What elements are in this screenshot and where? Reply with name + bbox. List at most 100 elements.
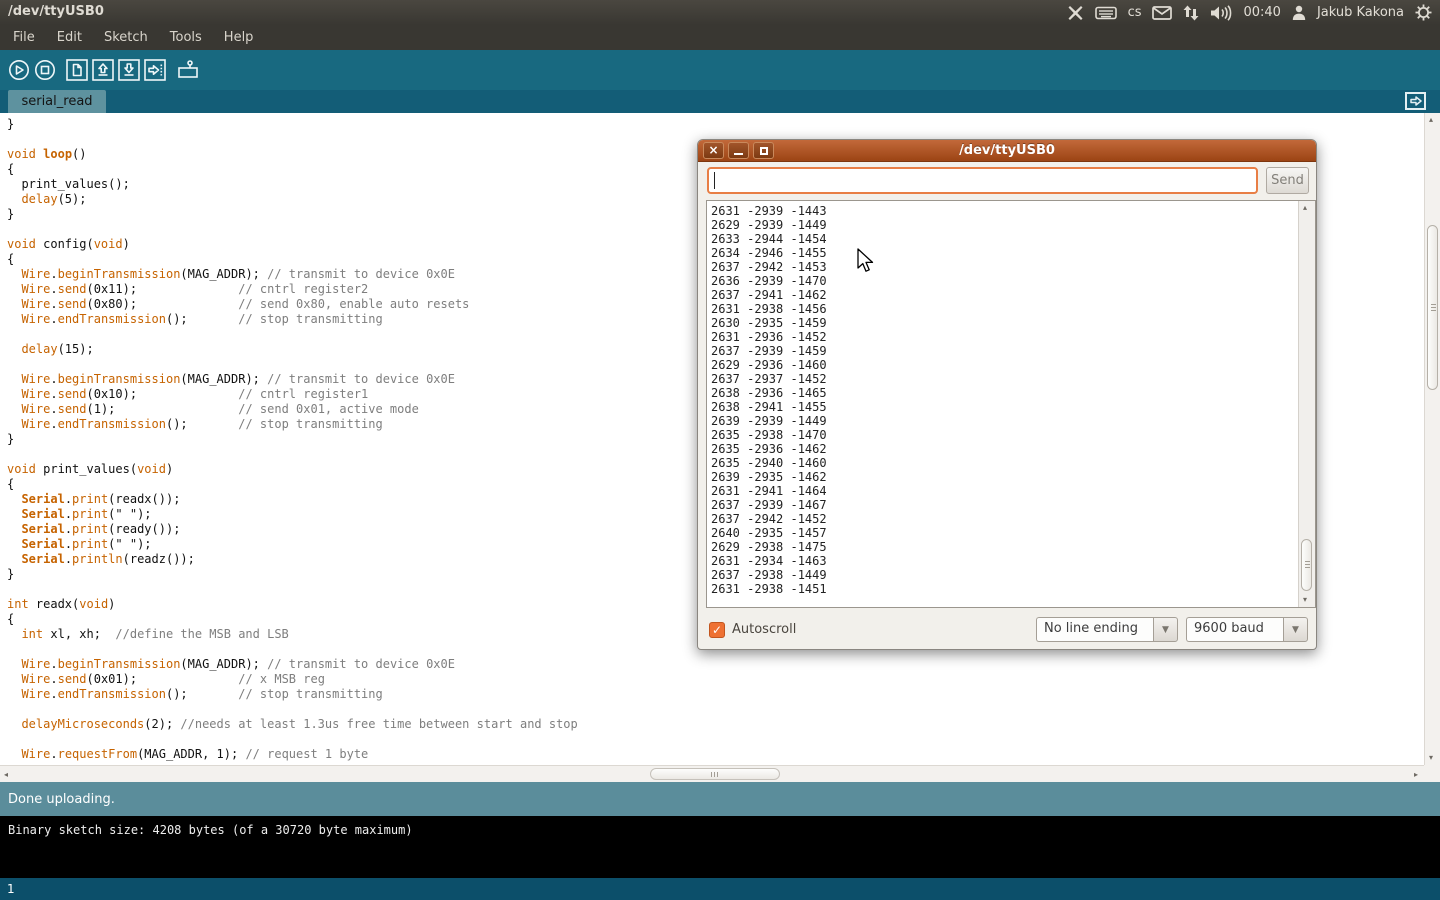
code-line bbox=[7, 702, 1424, 717]
upload-button[interactable] bbox=[144, 59, 166, 81]
serial-data-line: 2638 -2936 -1465 bbox=[711, 386, 1298, 400]
menu-edit[interactable]: Edit bbox=[46, 25, 93, 50]
mouse-cursor bbox=[857, 248, 875, 278]
send-button[interactable]: Send bbox=[1266, 167, 1309, 194]
editor-scrollbar-thumb[interactable] bbox=[1427, 225, 1438, 390]
serial-data-line: 2637 -2942 -1453 bbox=[711, 260, 1298, 274]
scroll-left-icon[interactable]: ◂ bbox=[4, 771, 8, 779]
serial-data-line: 2630 -2935 -1459 bbox=[711, 316, 1298, 330]
line-ending-value: No line ending bbox=[1036, 617, 1153, 642]
serial-data-line: 2635 -2940 -1460 bbox=[711, 456, 1298, 470]
system-panel: /dev/ttyUSB0 cs 00:40 Jakub Kakona bbox=[0, 0, 1440, 25]
scroll-down-icon[interactable]: ▾ bbox=[1429, 754, 1433, 762]
code-line bbox=[7, 732, 1424, 747]
serial-data-line: 2637 -2941 -1462 bbox=[711, 288, 1298, 302]
serial-data-line: 2636 -2939 -1470 bbox=[711, 274, 1298, 288]
mail-icon[interactable] bbox=[1152, 6, 1172, 20]
status-text: Done uploading. bbox=[8, 792, 115, 807]
serial-monitor-title: /dev/ttyUSB0 bbox=[698, 140, 1316, 161]
open-button[interactable] bbox=[92, 59, 114, 81]
minimize-icon bbox=[734, 153, 743, 155]
power-gear-icon[interactable] bbox=[1415, 4, 1432, 21]
code-line: Wire.endTransmission(); // stop transmit… bbox=[7, 687, 1424, 702]
user-icon[interactable] bbox=[1292, 5, 1306, 20]
editor-horizontal-scrollbar[interactable]: ◂ ▸ bbox=[0, 765, 1424, 782]
volume-icon[interactable] bbox=[1210, 5, 1232, 21]
text-caret bbox=[714, 172, 715, 189]
code-line: delayMicroseconds(2); //needs at least 1… bbox=[7, 717, 1424, 732]
serial-output-text: 2631 -2939 -14432629 -2939 -14492633 -29… bbox=[707, 201, 1298, 607]
editor-vertical-scrollbar[interactable]: ▴ ▾ bbox=[1424, 113, 1440, 765]
save-button[interactable] bbox=[118, 59, 140, 81]
code-line: Wire.send(0x01); // x MSB reg bbox=[7, 672, 1424, 687]
code-line: Wire.requestFrom(MAG_ADDR, 1); // reques… bbox=[7, 747, 1424, 762]
serial-monitor-button[interactable] bbox=[176, 59, 198, 81]
chevron-down-icon[interactable]: ▼ bbox=[1153, 617, 1178, 642]
serial-data-line: 2637 -2937 -1452 bbox=[711, 372, 1298, 386]
scrollbar-grip-icon bbox=[1305, 561, 1310, 570]
menu-file[interactable]: File bbox=[2, 25, 46, 50]
tab-serial-read[interactable]: serial_read bbox=[8, 90, 106, 113]
serial-send-input[interactable] bbox=[707, 167, 1258, 194]
menu-items: FileEditSketchToolsHelp bbox=[2, 25, 264, 50]
close-button[interactable]: × bbox=[703, 142, 724, 159]
editor-hscrollbar-thumb[interactable] bbox=[650, 768, 780, 780]
verify-button[interactable] bbox=[8, 59, 30, 81]
keyboard-layout-indicator[interactable]: cs bbox=[1128, 5, 1142, 20]
serial-data-line: 2633 -2944 -1454 bbox=[711, 232, 1298, 246]
code-line: Wire.beginTransmission(MAG_ADDR); // tra… bbox=[7, 657, 1424, 672]
user-menu[interactable]: Jakub Kakona bbox=[1317, 5, 1404, 20]
scroll-right-icon[interactable]: ▸ bbox=[1414, 771, 1418, 779]
serial-data-line: 2629 -2938 -1475 bbox=[711, 540, 1298, 554]
maximize-icon bbox=[760, 147, 768, 155]
stop-button[interactable] bbox=[34, 59, 56, 81]
close-icon: × bbox=[704, 143, 723, 157]
minimize-button[interactable] bbox=[728, 142, 749, 159]
scroll-up-icon[interactable]: ▴ bbox=[1303, 204, 1307, 212]
serial-data-line: 2640 -2935 -1457 bbox=[711, 526, 1298, 540]
maximize-button[interactable] bbox=[753, 142, 774, 159]
serial-data-line: 2629 -2936 -1460 bbox=[711, 358, 1298, 372]
clock[interactable]: 00:40 bbox=[1243, 5, 1280, 20]
toolbar bbox=[0, 50, 1440, 90]
serial-output-area: 2631 -2939 -14432629 -2939 -14492633 -29… bbox=[706, 200, 1316, 608]
serial-monitor-window: × /dev/ttyUSB0 Send 2631 -2939 -14432629… bbox=[697, 139, 1317, 650]
menu-tools[interactable]: Tools bbox=[159, 25, 213, 50]
menu-help[interactable]: Help bbox=[213, 25, 265, 50]
autoscroll-checkbox[interactable]: ✓ bbox=[709, 622, 725, 638]
serial-monitor-titlebar[interactable]: × /dev/ttyUSB0 bbox=[698, 140, 1316, 162]
new-tab-button[interactable] bbox=[1405, 92, 1426, 110]
serial-data-line: 2631 -2941 -1464 bbox=[711, 484, 1298, 498]
menubar: FileEditSketchToolsHelp bbox=[0, 25, 1440, 50]
serial-data-line: 2639 -2935 -1462 bbox=[711, 470, 1298, 484]
window-controls: × bbox=[703, 142, 774, 159]
updown-arrows-icon[interactable] bbox=[1183, 5, 1199, 21]
serial-data-line: 2634 -2946 -1455 bbox=[711, 246, 1298, 260]
serial-data-line: 2631 -2936 -1452 bbox=[711, 330, 1298, 344]
checkmark-icon: ✓ bbox=[712, 623, 722, 637]
serial-data-line: 2629 -2939 -1449 bbox=[711, 218, 1298, 232]
scroll-down-icon[interactable]: ▾ bbox=[1303, 596, 1307, 604]
menu-sketch[interactable]: Sketch bbox=[93, 25, 159, 50]
scroll-up-icon[interactable]: ▴ bbox=[1429, 116, 1433, 124]
keyboard-icon[interactable] bbox=[1095, 6, 1117, 20]
scrollbar-grip-icon bbox=[711, 772, 718, 777]
system-tray: cs 00:40 Jakub Kakona bbox=[1067, 0, 1432, 25]
scrollbar-corner bbox=[1424, 765, 1440, 782]
serial-data-line: 2631 -2938 -1456 bbox=[711, 302, 1298, 316]
serial-scrollbar[interactable]: ▴ ▾ bbox=[1298, 201, 1315, 607]
baud-rate-value: 9600 baud bbox=[1186, 617, 1283, 642]
pinwheel-icon[interactable] bbox=[1067, 5, 1084, 21]
autoscroll-label: Autoscroll bbox=[732, 622, 796, 637]
serial-data-line: 2635 -2936 -1462 bbox=[711, 442, 1298, 456]
code-line: } bbox=[7, 117, 1424, 132]
baud-rate-dropdown[interactable]: 9600 baud ▼ bbox=[1186, 617, 1308, 642]
serial-scrollbar-thumb[interactable] bbox=[1301, 539, 1312, 591]
chevron-down-icon[interactable]: ▼ bbox=[1283, 617, 1308, 642]
line-ending-dropdown[interactable]: No line ending ▼ bbox=[1036, 617, 1178, 642]
new-sketch-button[interactable] bbox=[66, 59, 88, 81]
serial-data-line: 2638 -2941 -1455 bbox=[711, 400, 1298, 414]
line-number: 1 bbox=[7, 882, 15, 896]
serial-data-line: 2631 -2934 -1463 bbox=[711, 554, 1298, 568]
serial-data-line: 2639 -2939 -1449 bbox=[711, 414, 1298, 428]
